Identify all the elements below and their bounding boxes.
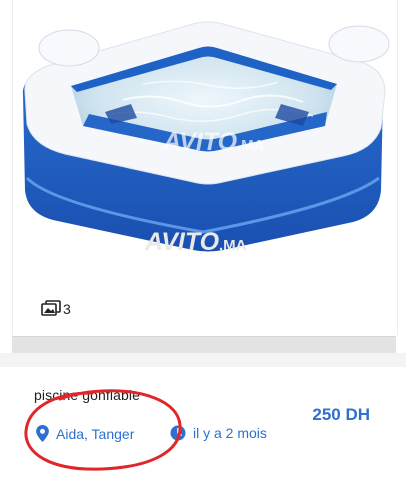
listing-photo[interactable]: AVITO .MA AVITO .MA 3 [12,0,398,335]
page-background [0,353,406,367]
svg-text:AVITO: AVITO [162,128,238,156]
date-label: il y a 2 mois [193,425,267,441]
svg-text:.MA: .MA [237,137,265,154]
listing-title[interactable]: piscine gonflable [34,387,140,403]
listing-date: il y a 2 mois [170,425,267,441]
photos-icon [41,300,61,316]
photo-count[interactable]: 3 [41,300,71,317]
location-label: Aida, Tanger [56,425,135,442]
svg-text:.MA: .MA [219,237,247,254]
svg-text:AVITO: AVITO [144,228,220,256]
listing-price: 250 DH [312,405,370,424]
clock-icon [170,425,186,441]
inflatable-pool-image: AVITO .MA AVITO .MA [22,21,390,256]
listing-location: Aida, Tanger [36,425,134,442]
photo-count-label: 3 [63,300,71,317]
location-pin-icon [36,425,49,442]
separator [12,336,396,354]
listing-card[interactable]: piscine gonflable 250 DH Aida, Tanger il… [12,367,396,480]
